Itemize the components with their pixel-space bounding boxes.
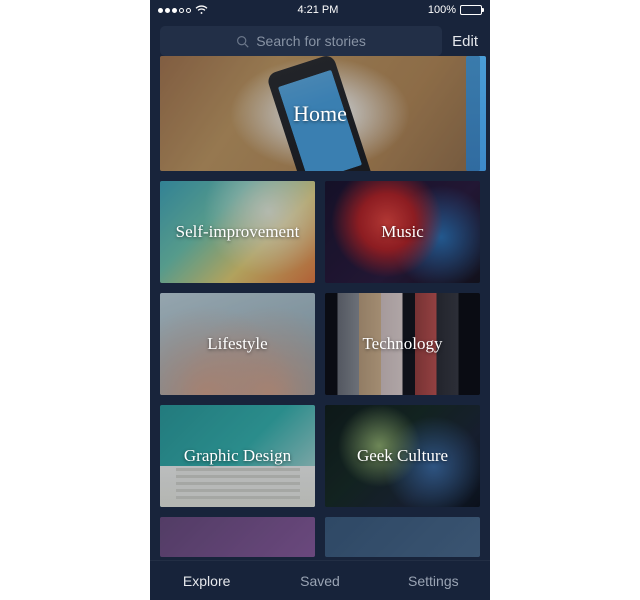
- tile-label: Self-improvement: [176, 222, 300, 242]
- category-tile-partial[interactable]: [160, 517, 315, 557]
- status-bar: 4:21 PM 100%: [150, 0, 490, 20]
- category-tile-self-improvement[interactable]: Self-improvement: [160, 181, 315, 283]
- edit-button[interactable]: Edit: [452, 33, 480, 50]
- signal-icon: [158, 8, 191, 13]
- tile-label: Graphic Design: [184, 446, 291, 466]
- category-tile-music[interactable]: Music: [325, 181, 480, 283]
- category-tile-technology[interactable]: Technology: [325, 293, 480, 395]
- tab-explore[interactable]: Explore: [150, 561, 263, 600]
- wifi-icon: [195, 5, 208, 15]
- search-placeholder: Search for stories: [256, 33, 366, 49]
- category-tile-lifestyle[interactable]: Lifestyle: [160, 293, 315, 395]
- battery-icon: [460, 5, 482, 15]
- tab-settings[interactable]: Settings: [377, 561, 490, 600]
- tile-label: Technology: [362, 334, 442, 354]
- tile-label: Music: [381, 222, 424, 242]
- status-right: 100%: [428, 4, 482, 16]
- search-input[interactable]: Search for stories: [160, 26, 442, 56]
- tab-saved[interactable]: Saved: [263, 561, 376, 600]
- category-tile-home[interactable]: Home: [160, 56, 480, 171]
- tile-label: Geek Culture: [357, 446, 448, 466]
- battery-percent: 100%: [428, 4, 456, 16]
- tile-label: Lifestyle: [207, 334, 267, 354]
- category-grid[interactable]: Home Self-improvement Music Lifestyle: [150, 56, 490, 560]
- category-tile-partial[interactable]: [325, 517, 480, 557]
- tab-bar: Explore Saved Settings: [150, 560, 490, 600]
- status-left: [158, 5, 208, 15]
- category-tile-graphic-design[interactable]: Graphic Design: [160, 405, 315, 507]
- status-time: 4:21 PM: [297, 4, 338, 16]
- tile-label: Home: [293, 101, 347, 127]
- category-tile-geek-culture[interactable]: Geek Culture: [325, 405, 480, 507]
- search-icon: [236, 35, 249, 48]
- app-screen: 4:21 PM 100% Search for stories Edit Hom…: [150, 0, 490, 600]
